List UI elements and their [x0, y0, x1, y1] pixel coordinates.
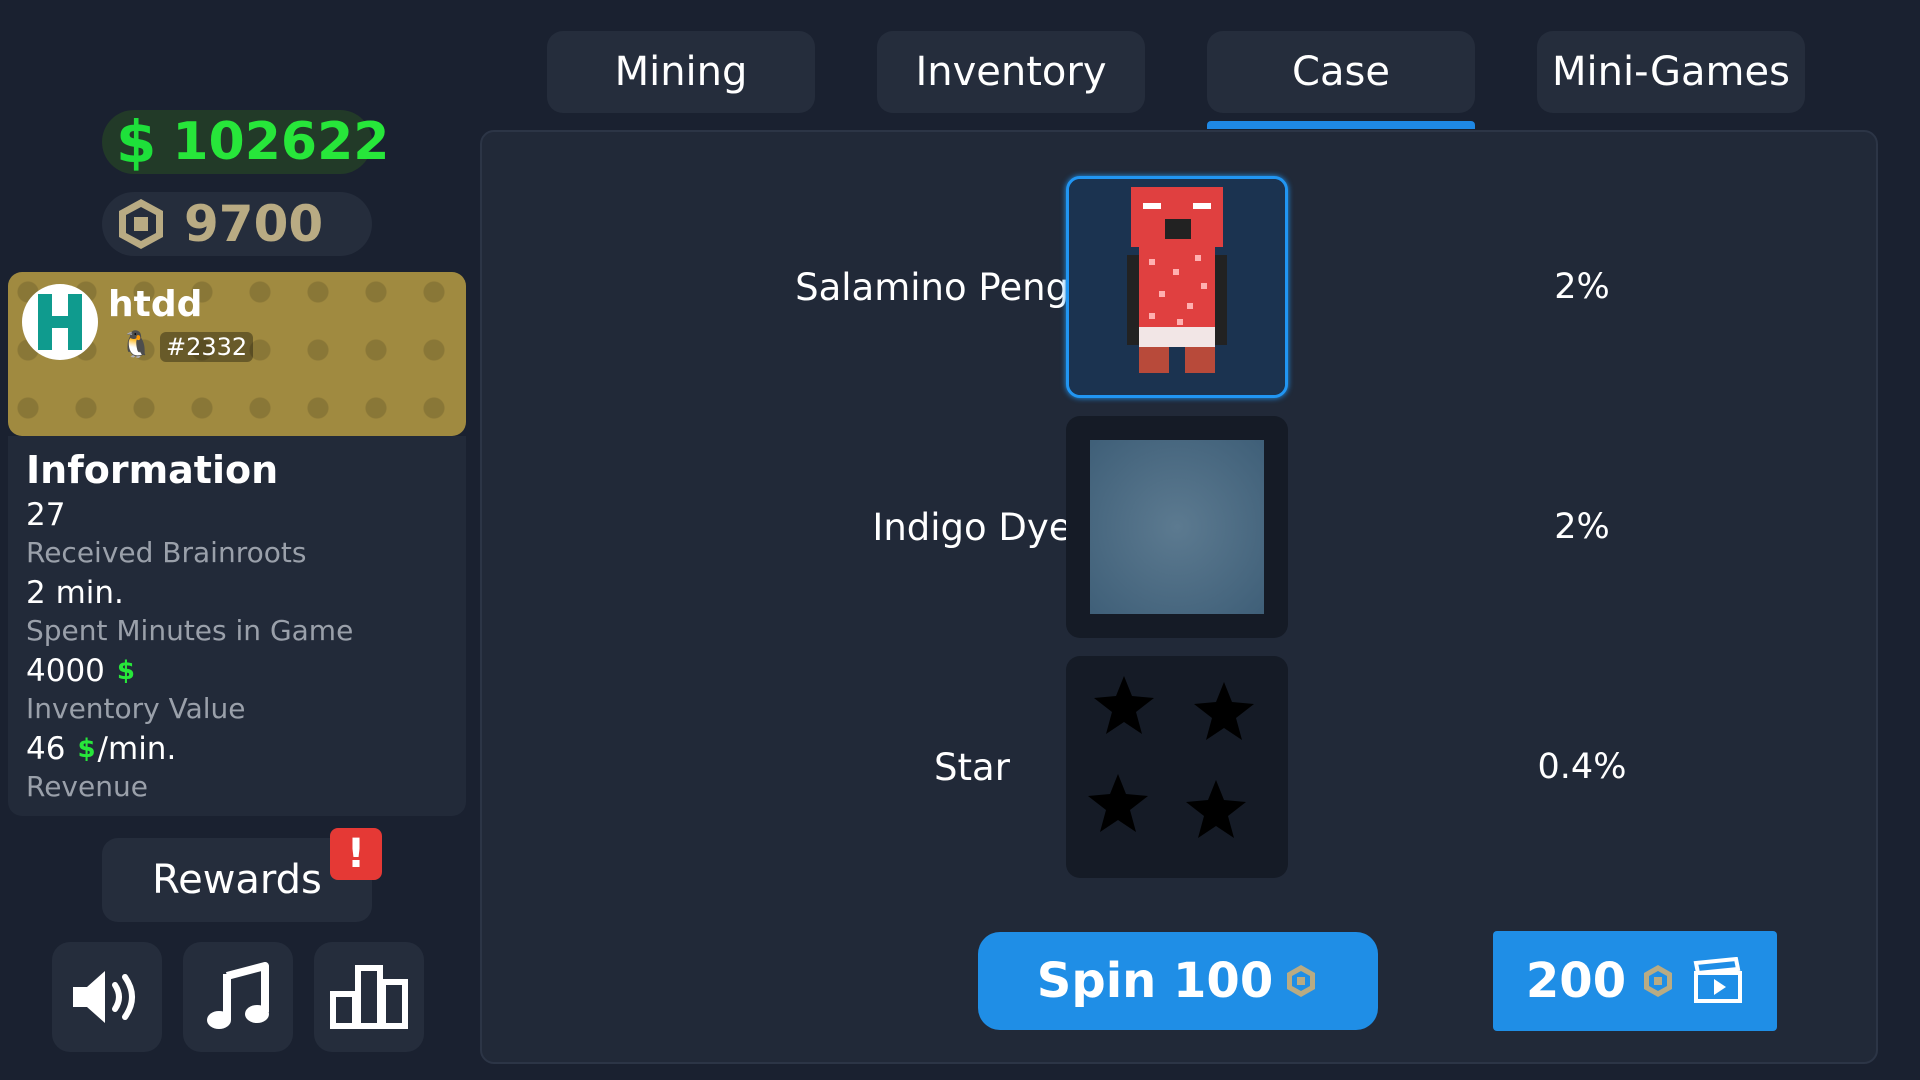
- salamino-penguino-image: [1069, 179, 1285, 395]
- item-chance: 2%: [1554, 267, 1610, 307]
- avatar: [22, 284, 98, 360]
- stat-label: Revenue: [26, 770, 148, 803]
- case-item-row: Star 0.4%: [482, 652, 1880, 882]
- video-clapper-icon: [1693, 957, 1743, 1003]
- item-chance: 0.4%: [1537, 747, 1627, 787]
- robux-icon: [1287, 965, 1316, 997]
- stat-label: Spent Minutes in Game: [26, 614, 354, 647]
- game-ui: Mining Inventory Case Mini-Games $ 10262…: [0, 0, 1920, 1080]
- star-image: [1088, 676, 1254, 838]
- music-note-icon: [207, 962, 269, 1029]
- ad-spin-label: 200: [1525, 953, 1627, 1009]
- tab-mini-games[interactable]: Mini-Games: [1537, 31, 1805, 113]
- stat-value: 2 min.: [26, 575, 124, 611]
- tab-case[interactable]: Case: [1207, 31, 1475, 129]
- stat-label: Received Brainroots: [26, 536, 307, 569]
- tab-label: Mini-Games: [1552, 49, 1790, 95]
- robux-icon: [119, 199, 163, 249]
- leaderboard-button[interactable]: [314, 942, 424, 1052]
- tab-inventory[interactable]: Inventory: [877, 31, 1145, 113]
- active-tab-indicator: [1207, 121, 1475, 129]
- username: htdd: [108, 284, 203, 325]
- case-item-row: Indigo Dye 2%: [482, 412, 1880, 642]
- profile-card: htdd 🐧 #2332: [8, 272, 466, 436]
- user-tag: #2332: [160, 332, 254, 362]
- case-panel: Salamino Penguino 2% Indigo Dye 2% Star …: [480, 130, 1878, 1064]
- tab-mining[interactable]: Mining: [547, 31, 815, 113]
- leaderboard-icon: [330, 965, 408, 1029]
- stat-value: 4000 $: [26, 653, 135, 689]
- speaker-icon: [73, 971, 135, 1023]
- dollar-icon: $: [116, 656, 135, 686]
- cash-balance: $ 102622: [102, 108, 389, 176]
- robux-icon: [1644, 965, 1673, 997]
- dollar-icon: $: [116, 108, 157, 176]
- information-title: Information: [26, 448, 279, 492]
- information-panel: Information 27 Received Brainroots 2 min…: [8, 436, 466, 816]
- music-button[interactable]: [183, 942, 293, 1052]
- tab-label: Inventory: [915, 49, 1107, 95]
- tab-bar: Mining Inventory Case Mini-Games: [547, 31, 1805, 131]
- dollar-icon: $: [77, 734, 96, 764]
- stat-value: 46 $ /min.: [26, 731, 177, 767]
- spin-button[interactable]: Spin 100: [978, 932, 1378, 1030]
- tab-label: Case: [1292, 49, 1390, 95]
- cash-amount: 102622: [172, 112, 390, 172]
- item-thumbnail-salamino-penguino[interactable]: [1066, 176, 1288, 398]
- case-item-row: Salamino Penguino 2%: [482, 172, 1880, 402]
- sound-button[interactable]: [52, 942, 162, 1052]
- watch-ad-spin-button[interactable]: 200: [1493, 931, 1777, 1031]
- indigo-dye-image: [1090, 440, 1264, 614]
- stat-label: Inventory Value: [26, 692, 246, 725]
- rewards-label: Rewards: [152, 857, 322, 903]
- spin-label: Spin 100: [1036, 953, 1274, 1009]
- character-icon: 🐧: [120, 330, 153, 360]
- item-chance: 2%: [1554, 507, 1610, 547]
- notification-badge: !: [330, 828, 382, 880]
- stat-value: 27: [26, 497, 66, 533]
- item-thumbnail-indigo-dye[interactable]: [1066, 416, 1288, 638]
- tab-label: Mining: [614, 49, 748, 95]
- robux-balance: 9700: [102, 192, 372, 256]
- item-thumbnail-star[interactable]: [1066, 656, 1288, 878]
- robux-amount: 9700: [184, 195, 324, 253]
